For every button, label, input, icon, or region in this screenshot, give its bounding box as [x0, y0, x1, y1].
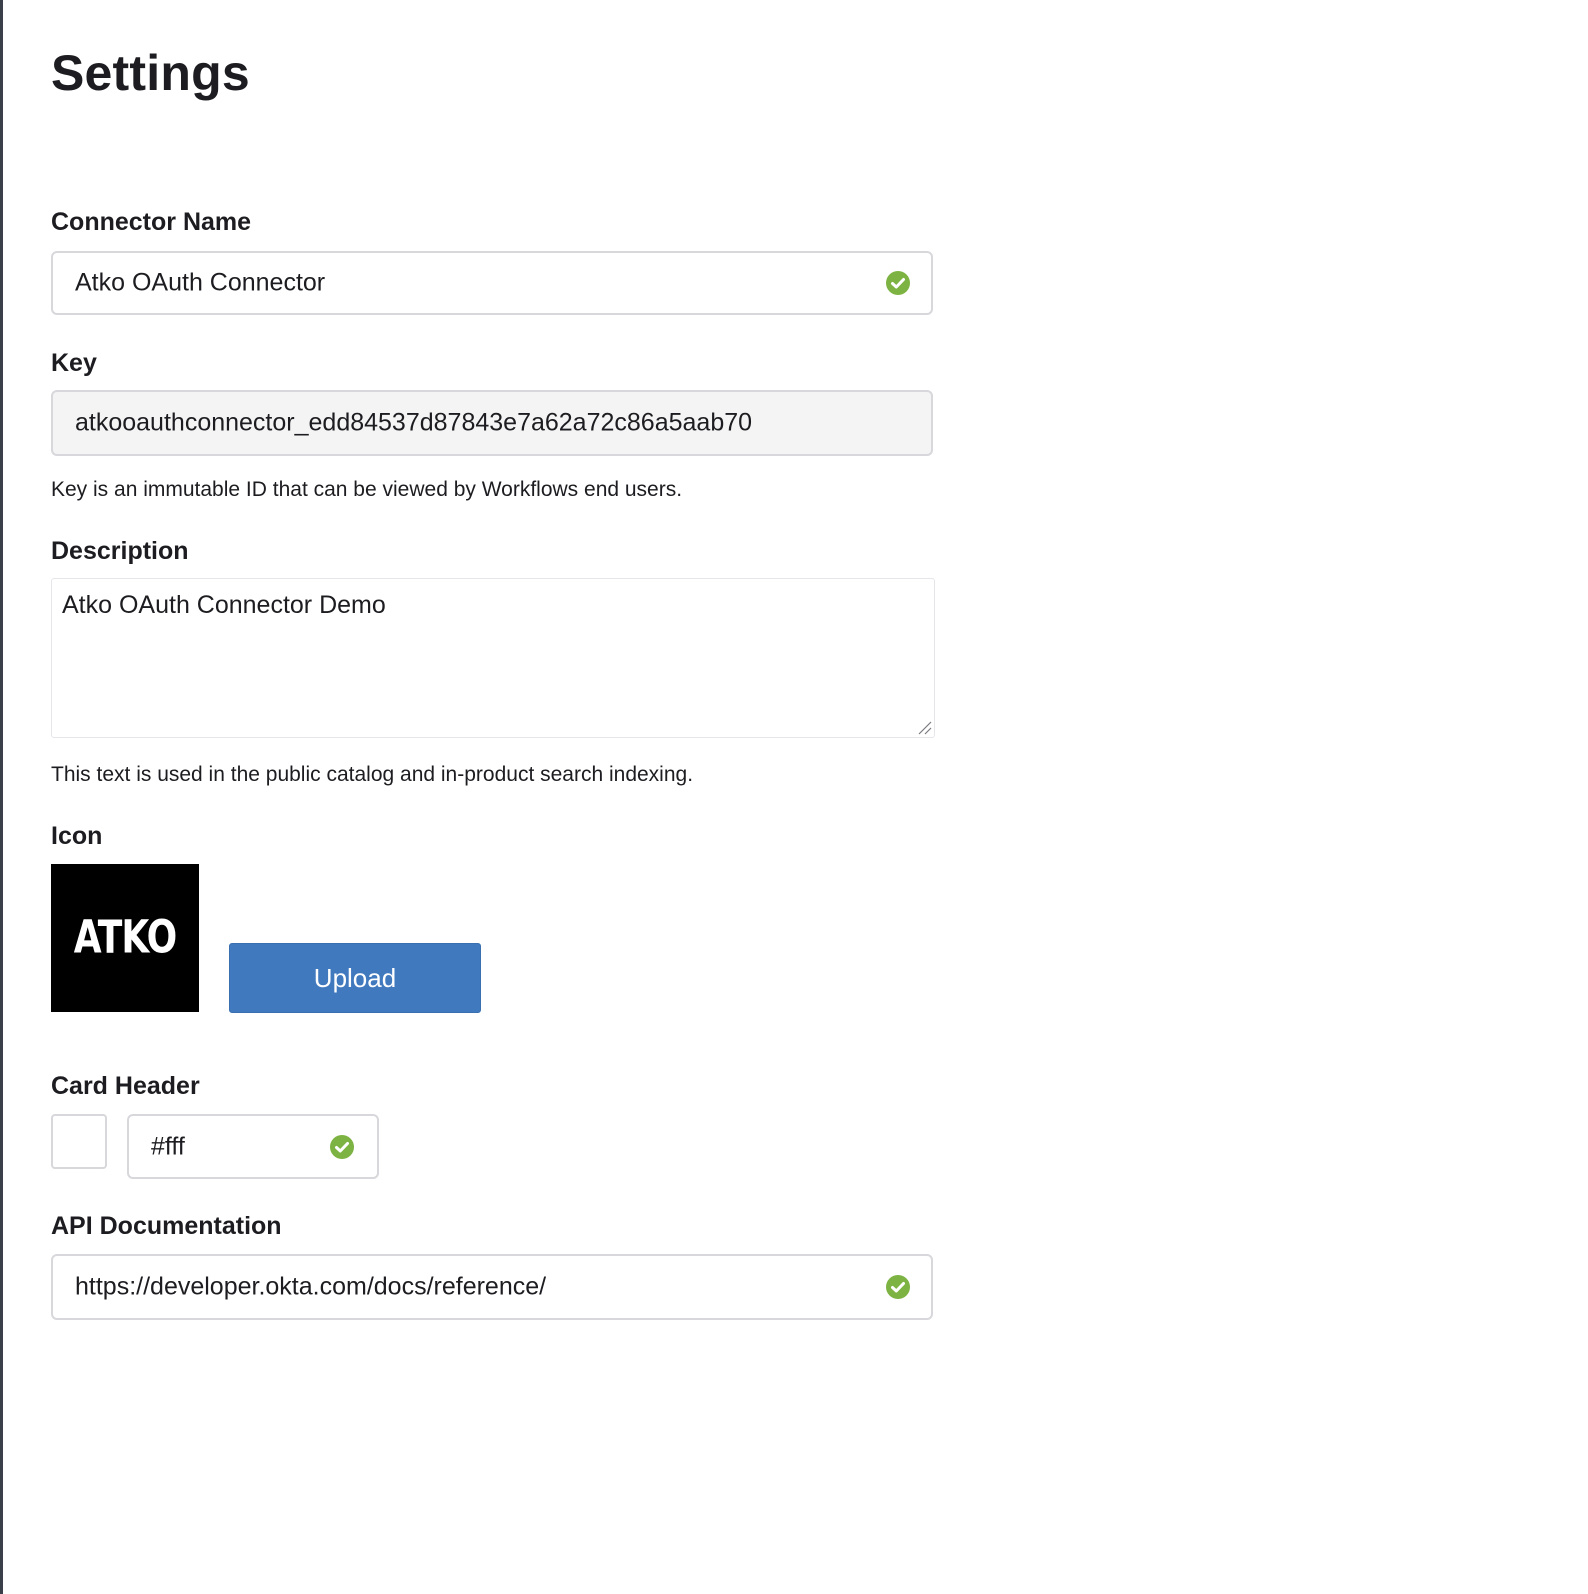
card-header-color-field[interactable]: #fff — [127, 1114, 379, 1179]
api-documentation-label: API Documentation — [51, 1212, 282, 1240]
page-title: Settings — [51, 45, 250, 101]
check-circle-icon — [886, 271, 910, 295]
check-circle-icon — [330, 1134, 354, 1159]
settings-page: Settings Connector Name Atko OAuth Conne… — [0, 0, 1588, 1594]
description-label: Description — [51, 537, 189, 565]
api-documentation-field[interactable]: https://developer.okta.com/docs/referenc… — [51, 1254, 933, 1320]
connector-name-value: Atko OAuth Connector — [75, 268, 326, 297]
connector-logo: ATKO — [51, 864, 199, 1012]
key-hint: Key is an immutable ID that can be viewe… — [51, 478, 683, 501]
check-circle-icon — [886, 1275, 910, 1299]
key-label: Key — [51, 349, 97, 377]
connector-name-label: Connector Name — [51, 208, 252, 236]
card-header-label: Card Header — [51, 1072, 200, 1100]
card-header-color-swatch[interactable] — [51, 1114, 107, 1169]
key-field[interactable]: atkooauthconnector_edd84537d87843e7a62a7… — [51, 390, 933, 456]
description-value: Atko OAuth Connector Demo — [62, 591, 386, 619]
card-header-color-value: #fff — [151, 1132, 185, 1160]
description-textarea[interactable]: Atko OAuth Connector Demo — [51, 578, 935, 738]
connector-logo-text: ATKO — [73, 912, 178, 964]
resize-handle-icon[interactable] — [916, 719, 932, 735]
api-documentation-value: https://developer.okta.com/docs/referenc… — [75, 1272, 547, 1301]
key-value: atkooauthconnector_edd84537d87843e7a62a7… — [75, 408, 753, 437]
upload-button[interactable]: Upload — [229, 943, 481, 1013]
description-hint: This text is used in the public catalog … — [51, 763, 694, 786]
icon-label: Icon — [51, 822, 103, 850]
connector-name-field[interactable]: Atko OAuth Connector — [51, 251, 933, 315]
